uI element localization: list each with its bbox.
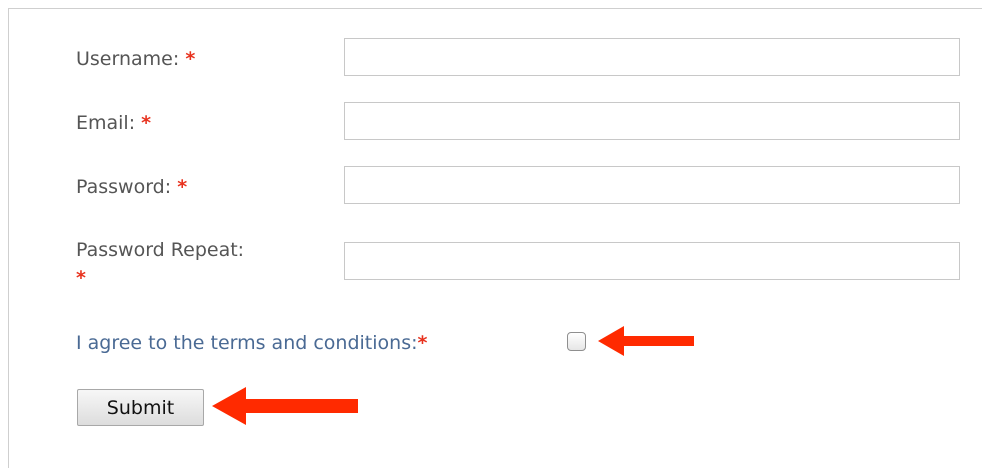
terms-required-mark: *: [417, 332, 428, 354]
terms-label-text: I agree to the terms and conditions:: [76, 332, 418, 354]
password-input[interactable]: [344, 166, 960, 204]
email-input[interactable]: [344, 102, 960, 140]
password-label-text: Password:: [76, 176, 172, 198]
email-label-text: Email:: [76, 112, 136, 134]
username-input[interactable]: [344, 38, 960, 76]
password-label: Password: *: [76, 174, 187, 200]
password-repeat-required-mark: *: [76, 267, 86, 289]
password-required-mark: *: [177, 176, 188, 198]
username-label: Username: *: [76, 46, 195, 72]
arrow-left-icon: [212, 387, 358, 425]
email-required-mark: *: [141, 112, 152, 134]
password-repeat-input[interactable]: [344, 242, 960, 280]
password-repeat-label: Password Repeat:: [76, 237, 244, 263]
username-label-text: Username:: [76, 48, 180, 70]
email-label: Email: *: [76, 110, 151, 136]
arrow-left-icon: [598, 326, 694, 356]
terms-checkbox[interactable]: [567, 332, 586, 351]
username-required-mark: *: [185, 48, 196, 70]
submit-button[interactable]: Submit: [77, 389, 204, 426]
password-repeat-label-text: Password Repeat:: [76, 239, 245, 261]
terms-label: I agree to the terms and conditions:*: [76, 330, 427, 356]
